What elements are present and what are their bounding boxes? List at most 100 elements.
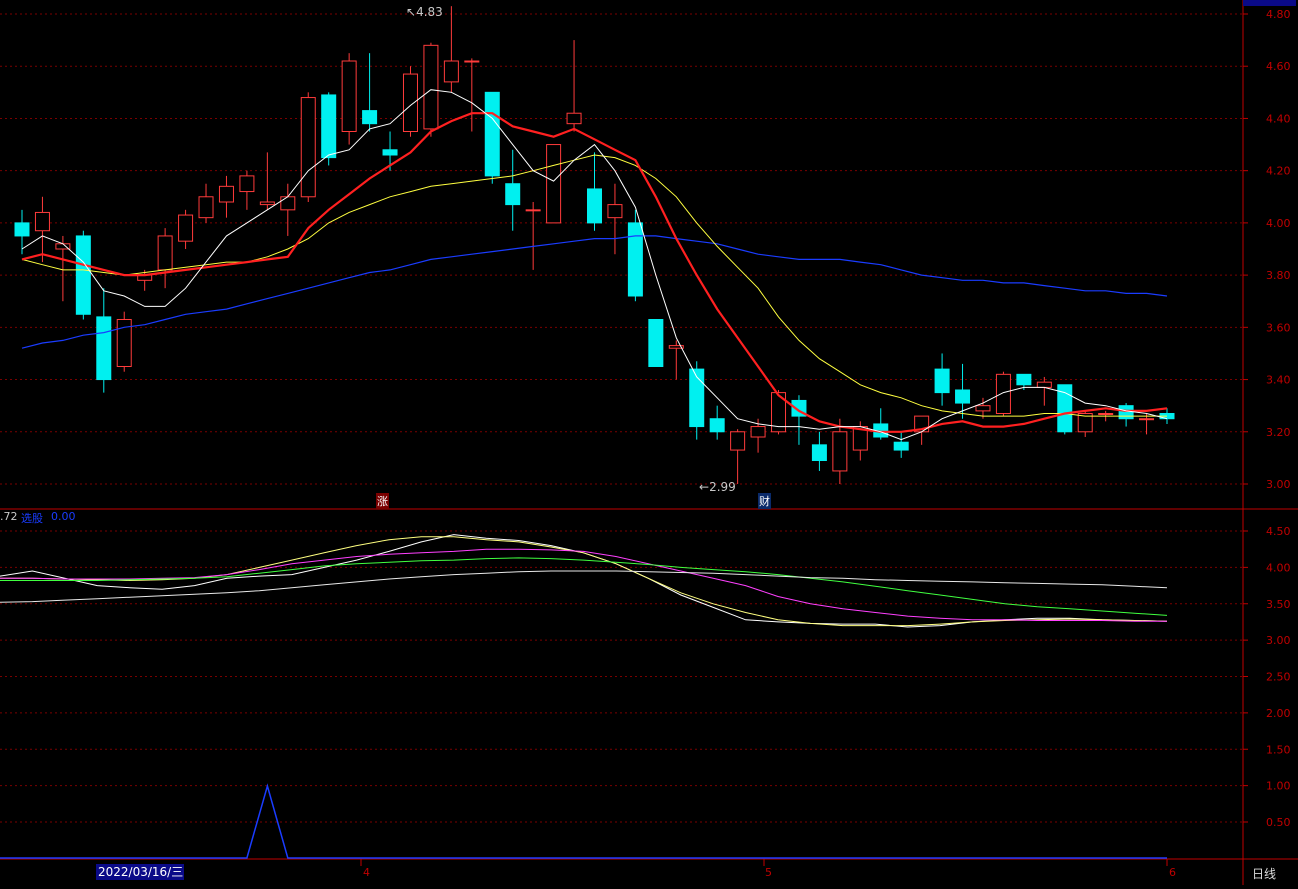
- candle: [934, 353, 950, 406]
- candle: [1036, 376, 1052, 406]
- candle-body: [750, 426, 766, 438]
- price-axis: 3.00 3.20 3.40 3.60 3.80 4.00 4.20 4.40 4.60 4.80…: [360, 0, 1291, 885]
- candle: [689, 361, 705, 440]
- candle: [443, 6, 459, 93]
- candle: [259, 152, 275, 210]
- indicator-series-line: [0, 557, 1168, 616]
- candle-body: [1036, 381, 1052, 388]
- indicator-tick-label: 3.00: [1266, 634, 1291, 647]
- candle-body: [832, 431, 848, 472]
- candle-body: [402, 73, 418, 132]
- event-cai-badge[interactable]: 财: [758, 493, 771, 509]
- price-tick-label: 4.40: [1266, 112, 1291, 125]
- indicator-tick-label: 2.50: [1266, 671, 1291, 684]
- candle-body: [423, 44, 439, 130]
- price-tick-label: 3.00: [1266, 478, 1291, 491]
- candle: [321, 92, 337, 166]
- price-tick-label: 3.20: [1266, 426, 1291, 439]
- indicator-tick-label: 0.50: [1266, 816, 1291, 829]
- candle-body: [341, 60, 357, 132]
- candle-body: [1139, 418, 1155, 421]
- candle-body: [607, 204, 623, 219]
- grid: [0, 13, 1298, 860]
- candle: [873, 408, 889, 440]
- month-label-5: 5: [765, 866, 772, 879]
- indicator-tick-label: 1.50: [1266, 743, 1291, 756]
- candle-body: [975, 405, 991, 412]
- indicator-tick-label: 2.00: [1266, 707, 1291, 720]
- candle-body: [280, 196, 296, 211]
- candle: [709, 405, 725, 440]
- candle-body: [34, 211, 50, 232]
- candle: [14, 209, 30, 255]
- candle-body: [730, 431, 746, 451]
- high-price-marker: ↖4.83: [406, 5, 443, 19]
- candle-body: [178, 214, 194, 242]
- candle-body: [934, 368, 950, 394]
- candle-body: [218, 185, 234, 203]
- indicator-series-line: [0, 536, 1168, 627]
- indicator-tick-label: 3.50: [1266, 598, 1291, 611]
- indicator-label: 选股: [21, 512, 43, 525]
- date-cursor-label: 2022/03/16/三: [96, 864, 184, 880]
- candle: [75, 230, 91, 320]
- candle: [852, 421, 868, 461]
- candle: [341, 53, 357, 145]
- price-tick-label: 3.40: [1266, 374, 1291, 387]
- indicator-tick-label: 1.00: [1266, 780, 1291, 793]
- candle: [546, 144, 562, 224]
- candle-body: [525, 209, 541, 212]
- ma60-line: [21, 235, 1168, 349]
- tab-daily[interactable]: 日线: [1252, 865, 1276, 882]
- candle: [1118, 403, 1134, 427]
- indicator-value: 0.00: [51, 510, 76, 523]
- candle-body: [648, 319, 664, 367]
- candle-body: [14, 222, 30, 237]
- candle: [995, 371, 1011, 417]
- chart-area[interactable]: 3.00 3.20 3.40 3.60 3.80 4.00 4.20 4.40 4.60 4.80…: [0, 0, 1298, 885]
- candle: [96, 288, 112, 393]
- price-tick-label: 4.60: [1266, 60, 1291, 73]
- candle-body: [627, 222, 643, 297]
- candle-body: [300, 97, 316, 198]
- candle-body: [157, 235, 173, 271]
- candle: [116, 311, 132, 372]
- candle-body: [689, 368, 705, 428]
- candle: [607, 183, 623, 255]
- candle: [1139, 413, 1155, 435]
- candle: [811, 431, 827, 471]
- candle-body: [464, 60, 480, 63]
- candle-body: [811, 444, 827, 462]
- price-tick-label: 4.80: [1266, 8, 1291, 21]
- candle-body: [1118, 405, 1134, 420]
- indicator-series-line: [0, 534, 1168, 628]
- candle: [198, 183, 214, 223]
- candle-body: [587, 188, 602, 224]
- candle-body: [239, 175, 255, 193]
- month-label-4: 4: [363, 866, 370, 879]
- candle: [730, 429, 746, 484]
- candle: [791, 395, 807, 445]
- candle: [34, 196, 50, 263]
- candle-body: [259, 201, 275, 206]
- candle: [280, 183, 296, 236]
- candle: [218, 175, 234, 218]
- candle: [239, 170, 255, 210]
- indicator-series-line: [0, 570, 1168, 603]
- candle-body: [484, 91, 500, 177]
- indicator-tick-label: 4.00: [1266, 561, 1291, 574]
- price-tick-label: 4.00: [1266, 217, 1291, 230]
- candle-body: [955, 389, 971, 404]
- candle: [587, 152, 602, 231]
- candle-body: [505, 183, 521, 206]
- candle: [484, 91, 500, 184]
- candle: [648, 319, 664, 367]
- candle: [464, 58, 480, 132]
- price-tick-label: 3.80: [1266, 269, 1291, 282]
- ma5-line: [21, 89, 1168, 441]
- candle-body: [382, 149, 398, 156]
- candle-body: [96, 316, 112, 381]
- month-label-6: 6: [1169, 866, 1176, 879]
- event-zhang-badge[interactable]: 涨: [376, 493, 389, 509]
- stock-chart[interactable]: 3.00 3.20 3.40 3.60 3.80 4.00 4.20 4.40 4.60 4.80…: [0, 0, 1298, 885]
